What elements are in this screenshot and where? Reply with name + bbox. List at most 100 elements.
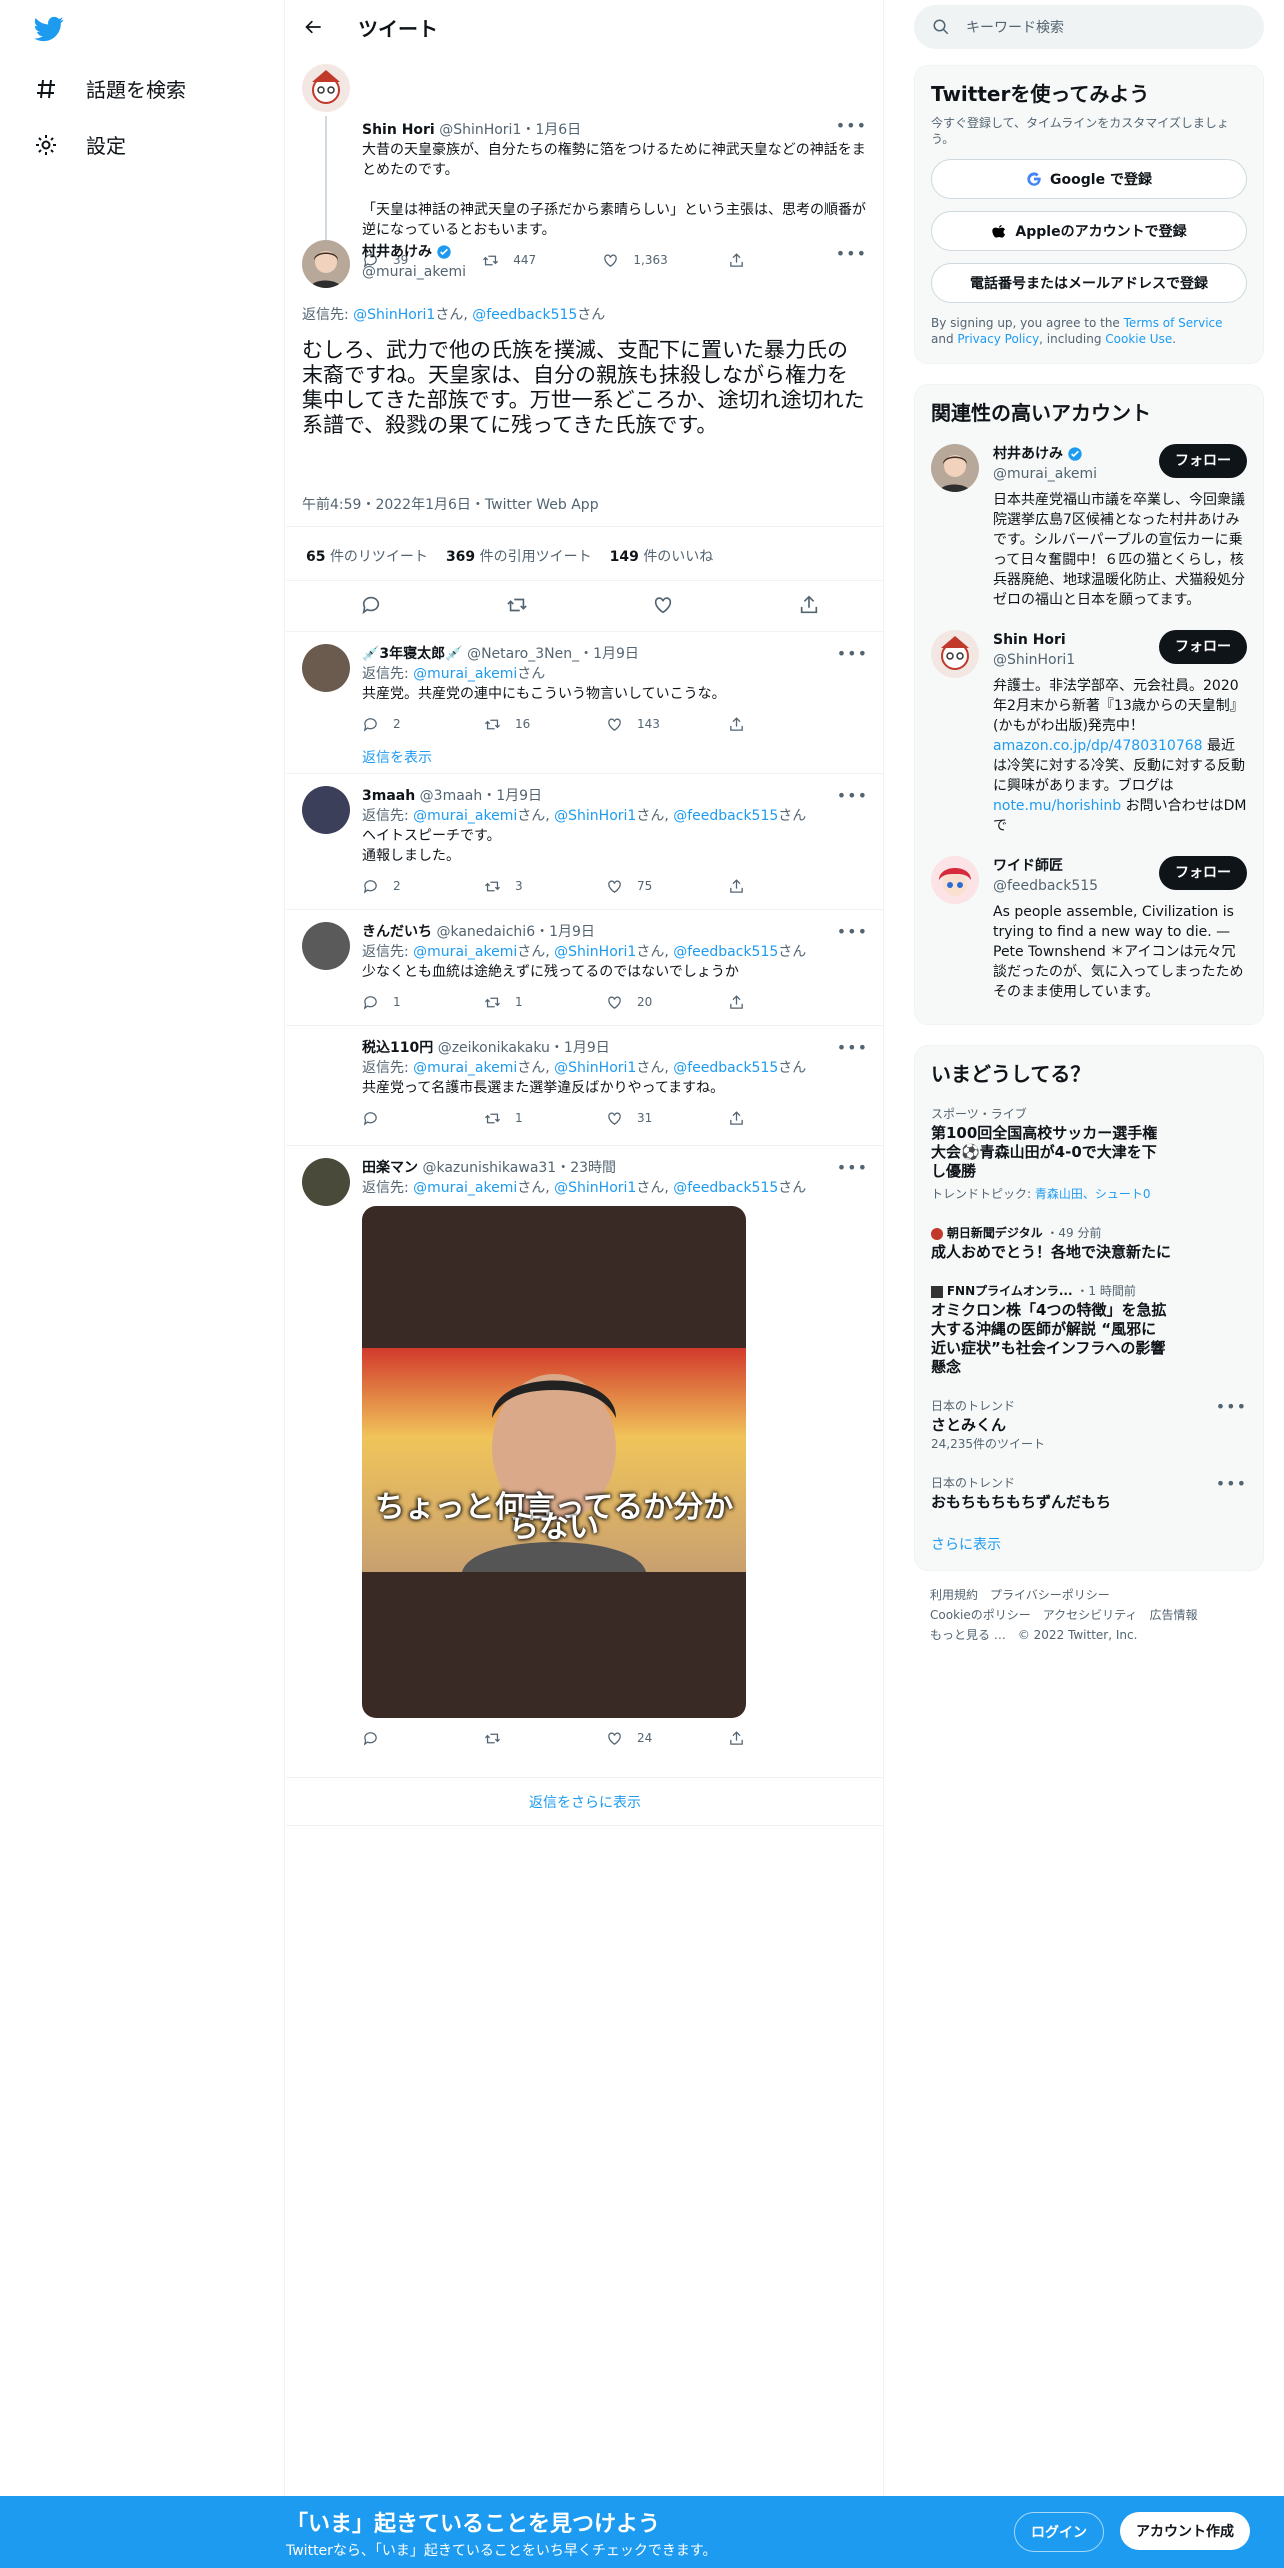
share-icon[interactable] (798, 594, 820, 616)
reply-mention[interactable]: @feedback515 (673, 944, 778, 960)
retweet-button[interactable]: 1 (484, 992, 544, 1012)
tweet-date[interactable]: ・1月9日 (550, 1040, 610, 1056)
like-button[interactable]: 75 (606, 876, 666, 896)
show-replies-link[interactable]: 返信を表示 (362, 748, 868, 768)
author-handle[interactable]: @3maah (420, 788, 483, 804)
tweet-date[interactable]: ・1月9日 (535, 924, 595, 940)
tweet-date[interactable]: ・1月9日 (579, 646, 639, 662)
share-button[interactable] (728, 992, 788, 1012)
terms-link[interactable]: Terms of Service (1124, 316, 1223, 330)
heart-icon[interactable] (652, 594, 674, 616)
tweet-meta[interactable]: 午前4:59・2022年1月6日・Twitter Web App (302, 494, 599, 514)
more-icon[interactable]: ••• (836, 244, 867, 263)
reply-mention[interactable]: @feedback515 (673, 808, 778, 824)
avatar[interactable] (302, 1038, 350, 1086)
footer-terms[interactable]: 利用規約 (930, 1588, 978, 1602)
author-name[interactable]: 💉3年寝太郎💉 (362, 646, 463, 662)
more-icon[interactable]: ••• (836, 116, 867, 135)
show-more-replies-link[interactable]: 返信をさらに表示 (286, 1778, 884, 1826)
avatar[interactable] (302, 644, 350, 692)
author-handle[interactable]: @kanedaichi6 (436, 924, 535, 940)
author-name[interactable]: Shin Hori (362, 122, 435, 138)
more-icon[interactable]: ••• (837, 922, 868, 941)
signup-button[interactable]: アカウント作成 (1120, 2512, 1250, 2550)
trend-item[interactable]: ••• 日本のトレンド さとみくん 24,235件のツイート (931, 1387, 1247, 1464)
author-name[interactable]: 村井あけみ (362, 242, 432, 262)
author-name[interactable]: 3maah (362, 788, 415, 804)
login-button[interactable]: ログイン (1014, 2512, 1104, 2552)
like-button[interactable]: 24 (606, 1728, 666, 1748)
trend-item[interactable]: FNNプライムオンラ... ・1 時間前 オミクロン株「4つの特徴」を急拡大する… (931, 1272, 1247, 1387)
bio-link[interactable]: note.mu/horishinb (993, 798, 1121, 814)
retweet-button[interactable]: 3 (484, 876, 544, 896)
avatar[interactable] (302, 786, 350, 834)
reply-mention[interactable]: @ShinHori1 (554, 808, 636, 824)
reply-mention[interactable]: @ShinHori1 (554, 1180, 636, 1196)
retweet-icon[interactable] (506, 594, 528, 616)
reply-button[interactable] (362, 1108, 422, 1128)
author-name[interactable]: 税込110円 (362, 1040, 433, 1056)
like-button[interactable]: 143 (606, 714, 666, 734)
show-more-link[interactable]: さらに表示 (931, 1522, 1247, 1558)
author-handle[interactable]: @ShinHori1 (439, 122, 521, 138)
tweet-date[interactable]: ・1月6日 (521, 122, 581, 138)
reply-mention[interactable]: @murai_akemi (413, 808, 517, 824)
author-handle[interactable]: @Netaro_3Nen_ (467, 646, 579, 662)
footer-cookie[interactable]: Cookieのポリシー (930, 1608, 1031, 1622)
reply-icon[interactable] (360, 594, 382, 616)
reply-button[interactable] (362, 1728, 422, 1748)
back-arrow-icon[interactable] (304, 17, 324, 37)
trend-topic[interactable]: 青森山田、シュート0 (1035, 1187, 1151, 1201)
author-handle[interactable]: @zeikonikakaku (438, 1040, 550, 1056)
trend-item[interactable]: ••• 日本のトレンド おもちもちもちずんだもち (931, 1464, 1247, 1522)
footer-privacy[interactable]: プライバシーポリシー (990, 1588, 1110, 1602)
footer-more[interactable]: もっと見る … (930, 1628, 1006, 1642)
reply-button[interactable]: 2 (362, 714, 422, 734)
follow-button[interactable]: フォロー (1159, 444, 1247, 478)
like-button[interactable]: 31 (606, 1108, 666, 1128)
twitter-logo-icon[interactable] (34, 14, 64, 44)
more-icon[interactable]: ••• (1216, 1474, 1247, 1493)
apple-signup-button[interactable]: Appleのアカウントで登録 (931, 211, 1247, 251)
more-icon[interactable]: ••• (837, 1038, 868, 1057)
author-handle[interactable]: @kazunishikawa31 (422, 1160, 556, 1176)
reply-mention[interactable]: @ShinHori1 (353, 307, 435, 323)
reply-tweet[interactable]: ••• 3maah @3maah・1月9日 返信先: @murai_akemiさ… (286, 774, 884, 910)
avatar[interactable] (302, 64, 350, 112)
avatar[interactable] (931, 856, 979, 904)
retweet-button[interactable]: 16 (484, 714, 544, 734)
reply-button[interactable]: 2 (362, 876, 422, 896)
reply-tweet[interactable]: ••• 田楽マン @kazunishikawa31・23時間 返信先: @mur… (286, 1146, 884, 1778)
more-icon[interactable]: ••• (837, 1158, 868, 1177)
reply-tweet[interactable]: ••• 税込110円 @zeikonikakaku・1月9日 返信先: @mur… (286, 1026, 884, 1146)
tweet-media[interactable]: ちょっと何言ってるか分からない (362, 1206, 746, 1718)
trend-item[interactable]: スポーツ・ライブ 第100回全国高校サッカー選手権大会⚽青森山田が4-0で大津を… (931, 1095, 1247, 1214)
reply-tweet[interactable]: ••• 💉3年寝太郎💉 @Netaro_3Nen_・1月9日 返信先: @mur… (286, 632, 884, 774)
related-account[interactable]: ワイド師匠 @feedback515 As people assemble, C… (931, 846, 1247, 1012)
trend-item[interactable]: 朝日新聞デジタル ・49 分前 成人おめでとう！各地で決意新たに (931, 1214, 1247, 1272)
nav-explore[interactable]: 話題を検索 (34, 74, 186, 103)
like-stat[interactable]: 149 件のいいね (610, 546, 714, 566)
related-account[interactable]: 村井あけみ @murai_akemi 日本共産党福山市議を卒業し、今回衆議院選挙… (931, 434, 1247, 620)
share-button[interactable] (728, 1108, 788, 1128)
reply-mention[interactable]: @feedback515 (673, 1060, 778, 1076)
reply-mention[interactable]: @ShinHori1 (554, 944, 636, 960)
parent-tweet[interactable]: ••• Shin Hori @ShinHori1・1月6日 大昔の天皇豪族が、自… (286, 54, 883, 284)
reply-tweet[interactable]: ••• きんだいち @kanedaichi6・1月9日 返信先: @murai_… (286, 910, 884, 1026)
bio-link[interactable]: amazon.co.jp/dp/4780310768 (993, 738, 1203, 754)
quote-stat[interactable]: 369 件の引用ツイート (446, 546, 592, 566)
reply-mention[interactable]: @ShinHori1 (554, 1060, 636, 1076)
follow-button[interactable]: フォロー (1159, 856, 1247, 890)
search-input[interactable]: キーワード検索 (966, 17, 1064, 37)
phone-signup-button[interactable]: 電話番号またはメールアドレスで登録 (931, 263, 1247, 303)
tweet-date[interactable]: ・1月9日 (482, 788, 542, 804)
tweet-date[interactable]: ・23時間 (556, 1160, 616, 1176)
reply-mention[interactable]: @feedback515 (472, 307, 577, 323)
author-name[interactable]: きんだいち (362, 924, 432, 940)
like-button[interactable]: 20 (606, 992, 666, 1012)
privacy-link[interactable]: Privacy Policy (957, 332, 1039, 346)
author-name[interactable]: 田楽マン (362, 1160, 418, 1176)
reply-mention[interactable]: @murai_akemi (413, 666, 517, 682)
related-account[interactable]: Shin Hori @ShinHori1 弁護士。非法学部卒、元会社員。2020… (931, 620, 1247, 846)
reply-button[interactable]: 1 (362, 992, 422, 1012)
